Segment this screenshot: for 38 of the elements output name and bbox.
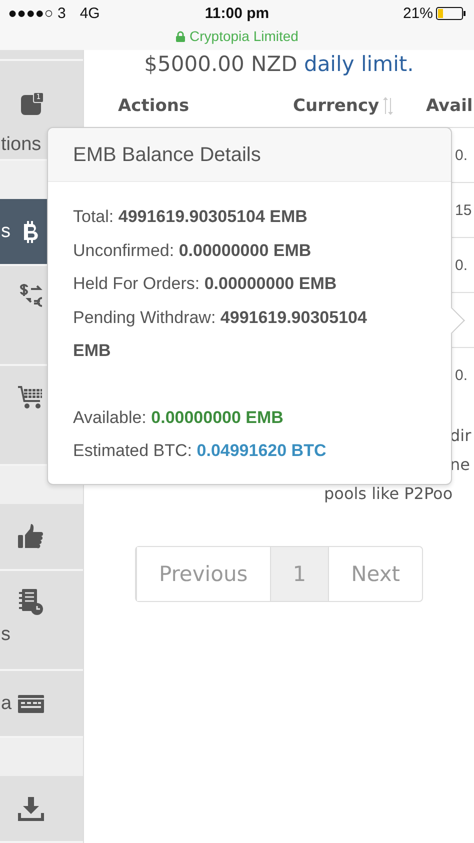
table-cell-text: 0.: [454, 146, 469, 164]
sidebar-label: a: [0, 694, 12, 713]
limit-notice: $5000.00 NZD daily limit.: [143, 51, 415, 78]
bitcoin-icon: [24, 220, 38, 242]
battery-icon: [436, 7, 466, 20]
thumbs-up-icon: [18, 524, 44, 550]
popover-title: EMB Balance Details: [48, 128, 451, 182]
sidebar-item[interactable]: [0, 776, 83, 843]
balance-line: Estimated BTC: 0.04991620 BTC: [73, 440, 328, 462]
sidebar-item[interactable]: [0, 504, 83, 571]
daily-limit-link[interactable]: daily limit.: [304, 52, 414, 76]
column-header[interactable]: Currency: [293, 96, 380, 116]
description-text: pools like P2Poo: [324, 483, 453, 505]
currency-exchange-icon: [18, 284, 44, 308]
site-name: Cryptopia Limited: [190, 28, 298, 44]
keyboard-icon: [18, 694, 44, 712]
network-type: 4G: [80, 5, 100, 22]
sidebar-item[interactable]: s: [0, 571, 83, 671]
sidebar-item[interactable]: a: [0, 671, 83, 738]
lock-icon: [176, 30, 185, 42]
table-cell-text: 15: [454, 202, 473, 218]
signal-carrier: ●●●●○ 3: [8, 5, 66, 22]
battery-percent: 21%: [402, 5, 433, 22]
balance-line: Held For Orders: 0.00000000 EMB: [73, 273, 338, 295]
column-header[interactable]: Actions: [118, 96, 190, 116]
sort-icon: [382, 97, 394, 115]
sidebar-label: tions: [0, 135, 42, 154]
download-icon: [18, 796, 44, 820]
balance-line: Available: 0.00000000 EMB: [73, 406, 284, 428]
table-cell-text: 0.: [454, 256, 469, 274]
notebook-clock-icon: [19, 589, 43, 615]
sidebar-label: s: [0, 625, 12, 644]
table-cell-text: 0.: [454, 366, 469, 384]
column-header[interactable]: Avail: [426, 96, 473, 116]
clock-time: 11:00 pm: [204, 5, 270, 22]
balance-line: Pending Withdraw: 4991619.90305104 EMB: [73, 306, 368, 362]
shopping-cart-icon: [18, 384, 44, 410]
sidebar-label: s: [0, 222, 10, 241]
